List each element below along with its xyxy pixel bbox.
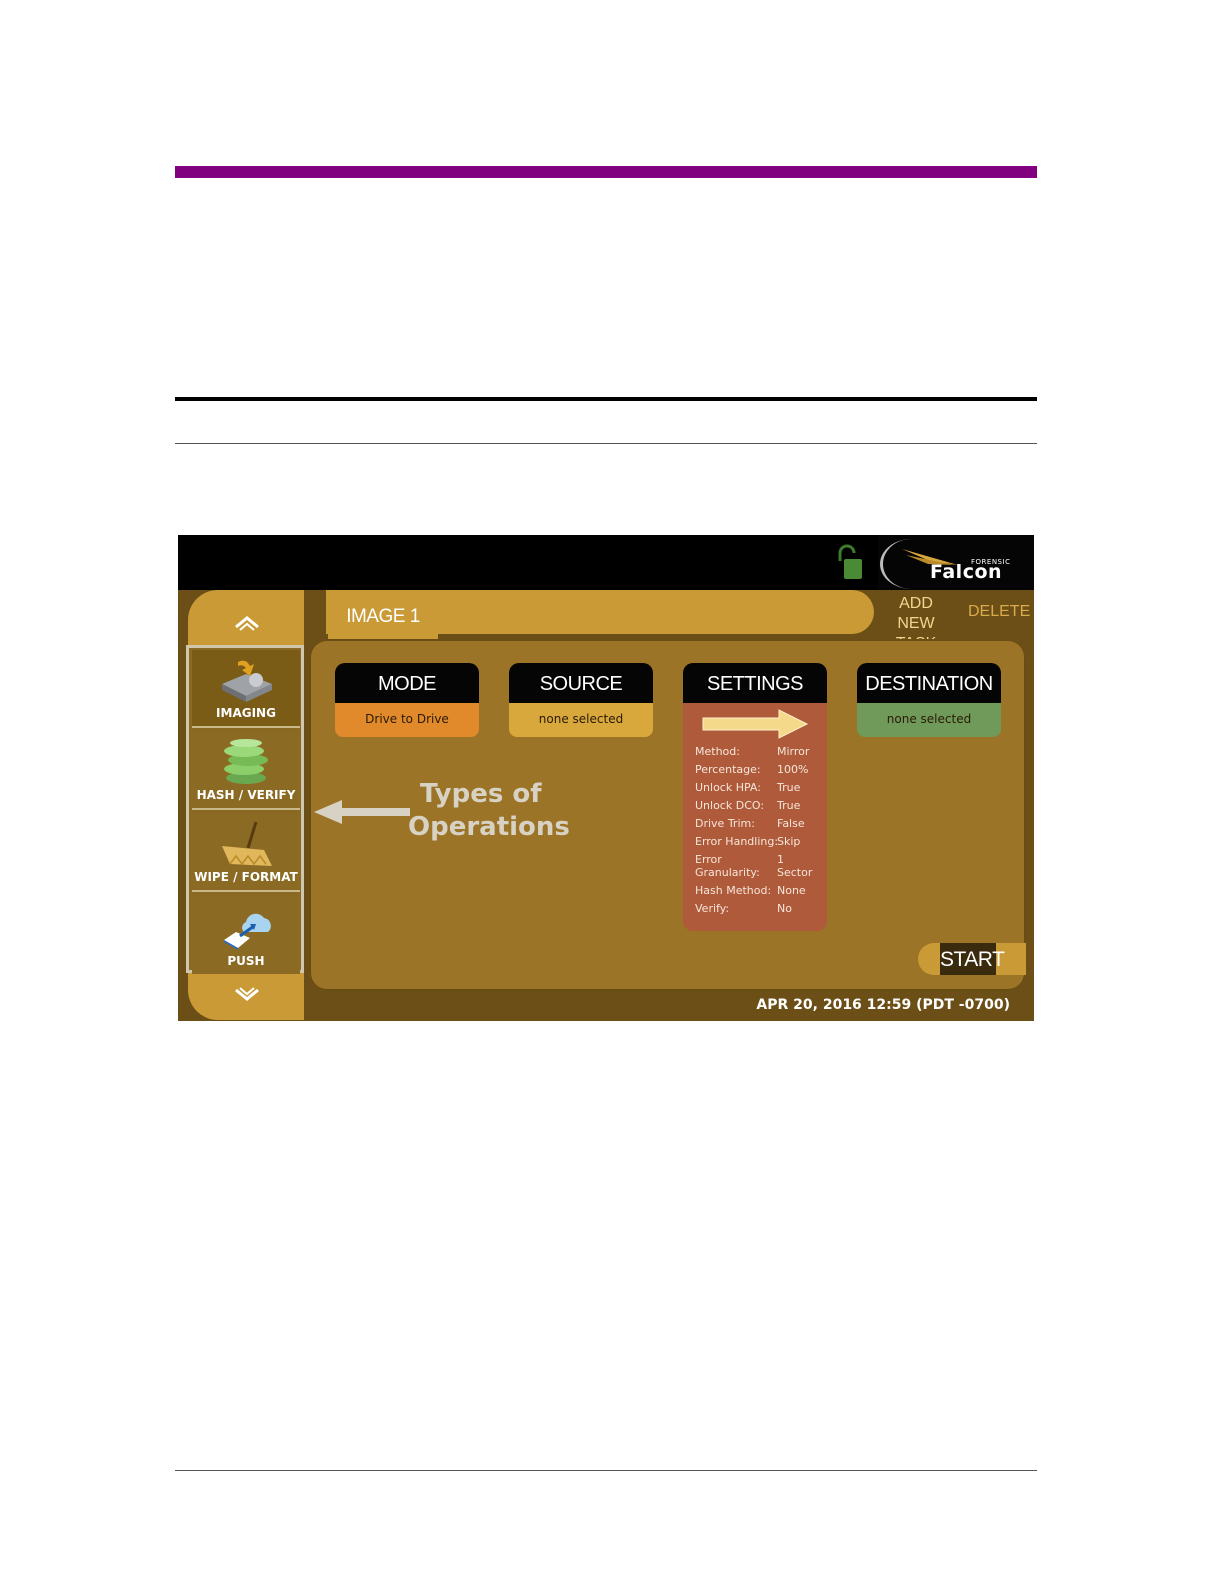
logo-falcon-text: Falcon [930,561,1003,583]
setting-key: Unlock HPA: [695,781,761,794]
section-rule-thick [175,397,1037,401]
setting-value: True [777,799,801,812]
setting-key: Granularity: [695,866,760,879]
setting-key: Verify: [695,902,730,915]
op-hash-verify-button[interactable]: HASH / VERIFY [192,732,300,810]
op-push-button[interactable]: PUSH [192,896,300,974]
unlocked-padlock-icon[interactable] [834,543,864,581]
tab-image-1[interactable]: IMAGE 1 [328,590,438,642]
annotation-text: Types of Operations [408,778,570,844]
falcon-screen: FORENSIC Falcon IMAGING HASH / VERIFY WI… [178,535,1034,1021]
setting-key: Error Handling: [695,835,779,848]
datetime-display: APR 20, 2016 12:59 (PDT -0700) [756,997,1010,1013]
mode-title: MODE [335,663,479,703]
cloud-push-icon [224,913,271,950]
setting-value: 100% [777,763,809,776]
falcon-logo: FORENSIC Falcon [878,535,1034,590]
settings-card[interactable]: SETTINGS Method: Mirror Percentage: 100%… [683,663,827,931]
footer-rule [175,1470,1037,1471]
destination-title: DESTINATION [857,663,1001,703]
add-task-line1: ADD NEW [897,595,935,632]
top-bar: FORENSIC Falcon [178,535,1034,590]
imaging-drive-icon [222,660,272,702]
annotation-line2: Operations [408,812,570,842]
setting-key: Method: [695,745,740,758]
chevron-down-icon[interactable] [232,985,262,1005]
op-imaging-button[interactable]: IMAGING [192,650,300,728]
source-value: none selected [509,703,653,737]
hash-stack-icon [224,739,268,784]
settings-panel: Method: Mirror Percentage: 100% Unlock H… [683,703,827,931]
op-wipe-format-label: WIPE / FORMAT [194,870,298,884]
operations-list: IMAGING HASH / VERIFY WIPE / FORMAT PUSH [186,645,304,974]
setting-key: Percentage: [695,763,761,776]
setting-value: False [777,817,805,830]
setting-value: None [777,884,806,897]
broom-icon [222,821,272,866]
op-wipe-format-button[interactable]: WIPE / FORMAT [192,814,300,892]
source-title: SOURCE [509,663,653,703]
start-button[interactable]: START [918,943,1026,975]
mode-card[interactable]: MODE Drive to Drive [335,663,479,737]
annotation-line1: Types of [420,779,542,809]
setting-key: Unlock DCO: [695,799,765,812]
setting-value: Skip [777,835,801,848]
destination-value: none selected [857,703,1001,737]
setting-key: Drive Trim: [695,817,755,830]
settings-title: SETTINGS [683,663,827,703]
header-accent-bar [175,166,1037,178]
annotation-arrow-icon [314,800,410,824]
setting-value: No [777,902,792,915]
delete-button[interactable]: DELETE [968,603,1030,621]
source-card[interactable]: SOURCE none selected [509,663,653,737]
op-push-label: PUSH [227,954,265,968]
chevron-up-icon[interactable] [232,613,262,633]
section-rule-thin [175,443,1037,444]
setting-value: True [777,781,801,794]
op-hash-verify-label: HASH / VERIFY [196,788,296,802]
mode-value: Drive to Drive [335,703,479,737]
destination-card[interactable]: DESTINATION none selected [857,663,1001,737]
op-imaging-label: IMAGING [216,706,276,720]
setting-value: 1 [777,853,784,866]
arrow-right-icon [702,709,809,739]
tab-image-1-label: IMAGE 1 [346,606,420,627]
setting-key: Hash Method: [695,884,772,897]
start-label: START [940,943,1005,975]
setting-value: Sector [777,866,813,879]
setting-key: Error [695,853,722,866]
setting-value: Mirror [777,745,810,758]
